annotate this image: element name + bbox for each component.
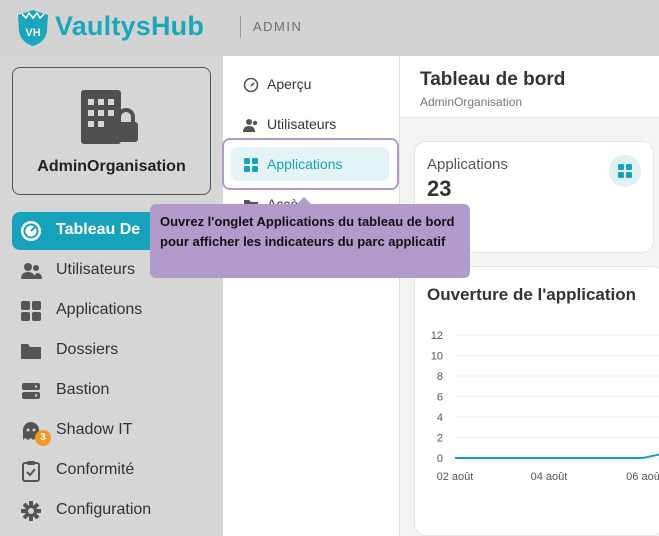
gear-icon — [21, 501, 41, 521]
grid-apps-icon — [244, 158, 258, 172]
y-tick-label: 10 — [431, 351, 443, 363]
server-icon — [22, 383, 40, 399]
vaultyshub-logo-icon[interactable]: VH — [16, 9, 50, 47]
series-line — [455, 453, 659, 459]
grid-apps-icon — [21, 301, 41, 321]
y-tick-label: 8 — [437, 371, 443, 383]
logo-text: VH — [25, 27, 40, 39]
y-tick-label: 12 — [431, 330, 443, 342]
section-label: ADMIN — [253, 19, 303, 34]
sidebar-item-label: Bastion — [56, 381, 110, 398]
top-bar: VH VaultysHub ADMIN — [0, 0, 659, 56]
clipboard-check-icon — [22, 461, 40, 482]
stat-label: Applications — [427, 156, 508, 173]
tab-label: Applications — [267, 156, 343, 172]
organization-card[interactable]: AdminOrganisation — [12, 67, 211, 195]
sidebar-item-applications[interactable]: Applications — [12, 292, 223, 330]
page-header: Tableau de bord AdminOrganisation — [400, 56, 659, 118]
sidebar-item-folders[interactable]: Dossiers — [12, 332, 223, 370]
sidebar-item-bastion[interactable]: Bastion — [12, 372, 223, 410]
tab-applications[interactable]: Applications — [231, 147, 389, 181]
y-tick-label: 0 — [437, 453, 443, 465]
sidebar-item-label: Tableau De — [56, 221, 141, 238]
tooltip-text: Ouvrez l'onglet Applications du tableau … — [160, 214, 455, 249]
tab-label: Aperçu — [267, 76, 312, 92]
shadow-it-count-badge: 3 — [35, 430, 51, 446]
brand-name[interactable]: VaultysHub — [55, 11, 204, 42]
page-subtitle: AdminOrganisation — [420, 95, 523, 109]
tab-label: Utilisateurs — [267, 116, 337, 132]
app-opening-chart-card: Ouverture de l'application 0 2 4 6 8 10 12 02 a… — [414, 266, 659, 536]
users-icon — [21, 263, 42, 279]
building-lock-icon — [81, 90, 138, 144]
brand-divider — [240, 16, 241, 38]
stat-icon-bubble — [609, 155, 641, 187]
sidebar-item-label: Utilisateurs — [56, 261, 136, 278]
sidebar-item-label: Shadow IT — [56, 421, 133, 438]
x-tick-label: 06 aoû — [626, 471, 659, 483]
grid-apps-icon — [618, 164, 632, 178]
y-tick-label: 6 — [437, 392, 443, 404]
sidebar-item-label: Dossiers — [56, 341, 119, 358]
tab-users[interactable]: Utilisateurs — [239, 107, 397, 141]
sidebar-item-label: Conformité — [56, 461, 135, 478]
stat-value: 23 — [427, 176, 452, 201]
folder-icon — [21, 344, 41, 359]
page-title: Tableau de bord — [420, 69, 566, 90]
sidebar-item-label: Applications — [56, 301, 143, 318]
x-tick-label: 02 août — [437, 471, 474, 483]
sidebar-item-compliance[interactable]: Conformité — [12, 452, 223, 490]
tab-overview[interactable]: Aperçu — [239, 67, 397, 101]
guide-tooltip: Ouvrez l'onglet Applications du tableau … — [150, 204, 470, 278]
dashboard-gauge-icon — [21, 221, 41, 241]
y-tick-label: 2 — [437, 433, 443, 445]
app-opening-chart[interactable]: 0 2 4 6 8 10 12 02 août 04 août 06 aoû — [415, 267, 659, 536]
users-icon — [243, 119, 258, 132]
gauge-icon — [243, 77, 259, 93]
sidebar-item-shadow-it[interactable]: 3 Shadow IT — [12, 412, 223, 450]
sidebar-item-configuration[interactable]: Configuration — [12, 492, 223, 530]
organization-name: AdminOrganisation — [37, 158, 186, 175]
x-tick-label: 04 août — [531, 471, 568, 483]
sidebar-item-label: Configuration — [56, 501, 152, 518]
y-tick-label: 4 — [437, 412, 443, 424]
